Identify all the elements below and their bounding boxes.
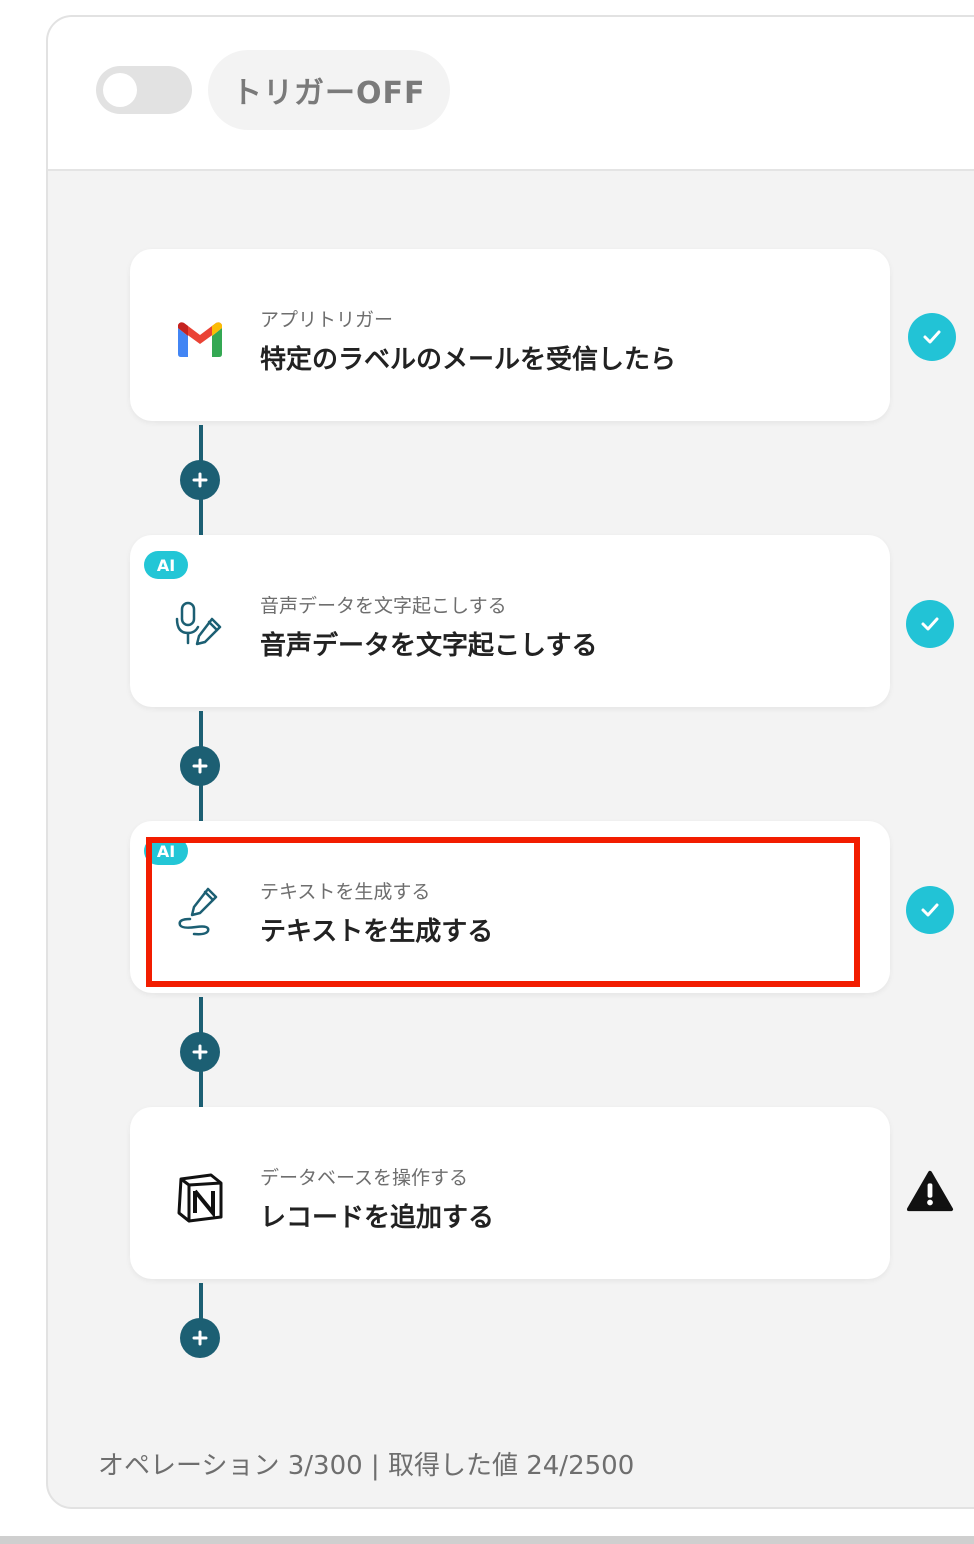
add-step-button[interactable] — [180, 460, 220, 500]
ai-badge: AI — [144, 837, 188, 865]
step-category: 音声データを文字起こしする — [260, 595, 507, 617]
step-title: 音声データを文字起こしする — [260, 631, 598, 661]
flow-step-card[interactable]: AI 音声データを文字起こしする 音声データを文字起こしする — [130, 535, 890, 707]
flow-step-card[interactable]: アプリトリガー 特定のラベルのメールを受信したら — [130, 249, 890, 421]
step-category: テキストを生成する — [260, 881, 431, 903]
flow-panel: トリガーOFF アプリトリガー 特定のラベルのメールを受信したら AI 音声デー… — [46, 15, 974, 1509]
usage-footer: オペレーション 3/300 | 取得した値 24/2500 — [98, 1451, 635, 1481]
add-step-button[interactable] — [180, 746, 220, 786]
plus-icon — [192, 1044, 208, 1060]
step-title: テキストを生成する — [260, 917, 494, 947]
ai-badge: AI — [144, 551, 188, 579]
add-step-button[interactable] — [180, 1032, 220, 1072]
step-title: レコードを追加する — [260, 1203, 495, 1233]
step-title: 特定のラベルのメールを受信したら — [260, 345, 677, 375]
trigger-toggle[interactable] — [96, 66, 192, 114]
pen-scribble-icon — [170, 881, 230, 941]
notion-icon — [170, 1167, 230, 1227]
plus-icon — [192, 758, 208, 774]
flow-step-card[interactable]: データベースを操作する レコードを追加する — [130, 1107, 890, 1279]
warning-icon — [906, 1167, 954, 1215]
status-check-icon — [906, 600, 954, 648]
bottom-scrollbar — [0, 1536, 974, 1544]
step-category: データベースを操作する — [260, 1167, 469, 1189]
plus-icon — [192, 1330, 208, 1346]
trigger-status-label: トリガーOFF — [208, 50, 450, 130]
panel-header: トリガーOFF — [48, 17, 974, 171]
microphone-pen-icon — [170, 595, 230, 655]
plus-icon — [192, 472, 208, 488]
step-category: アプリトリガー — [260, 309, 394, 331]
toggle-knob — [103, 73, 137, 107]
flow-step-card[interactable]: AI テキストを生成する テキストを生成する — [130, 821, 890, 993]
add-step-button[interactable] — [180, 1318, 220, 1358]
status-check-icon — [906, 886, 954, 934]
gmail-icon — [170, 309, 230, 369]
status-check-icon — [908, 313, 956, 361]
